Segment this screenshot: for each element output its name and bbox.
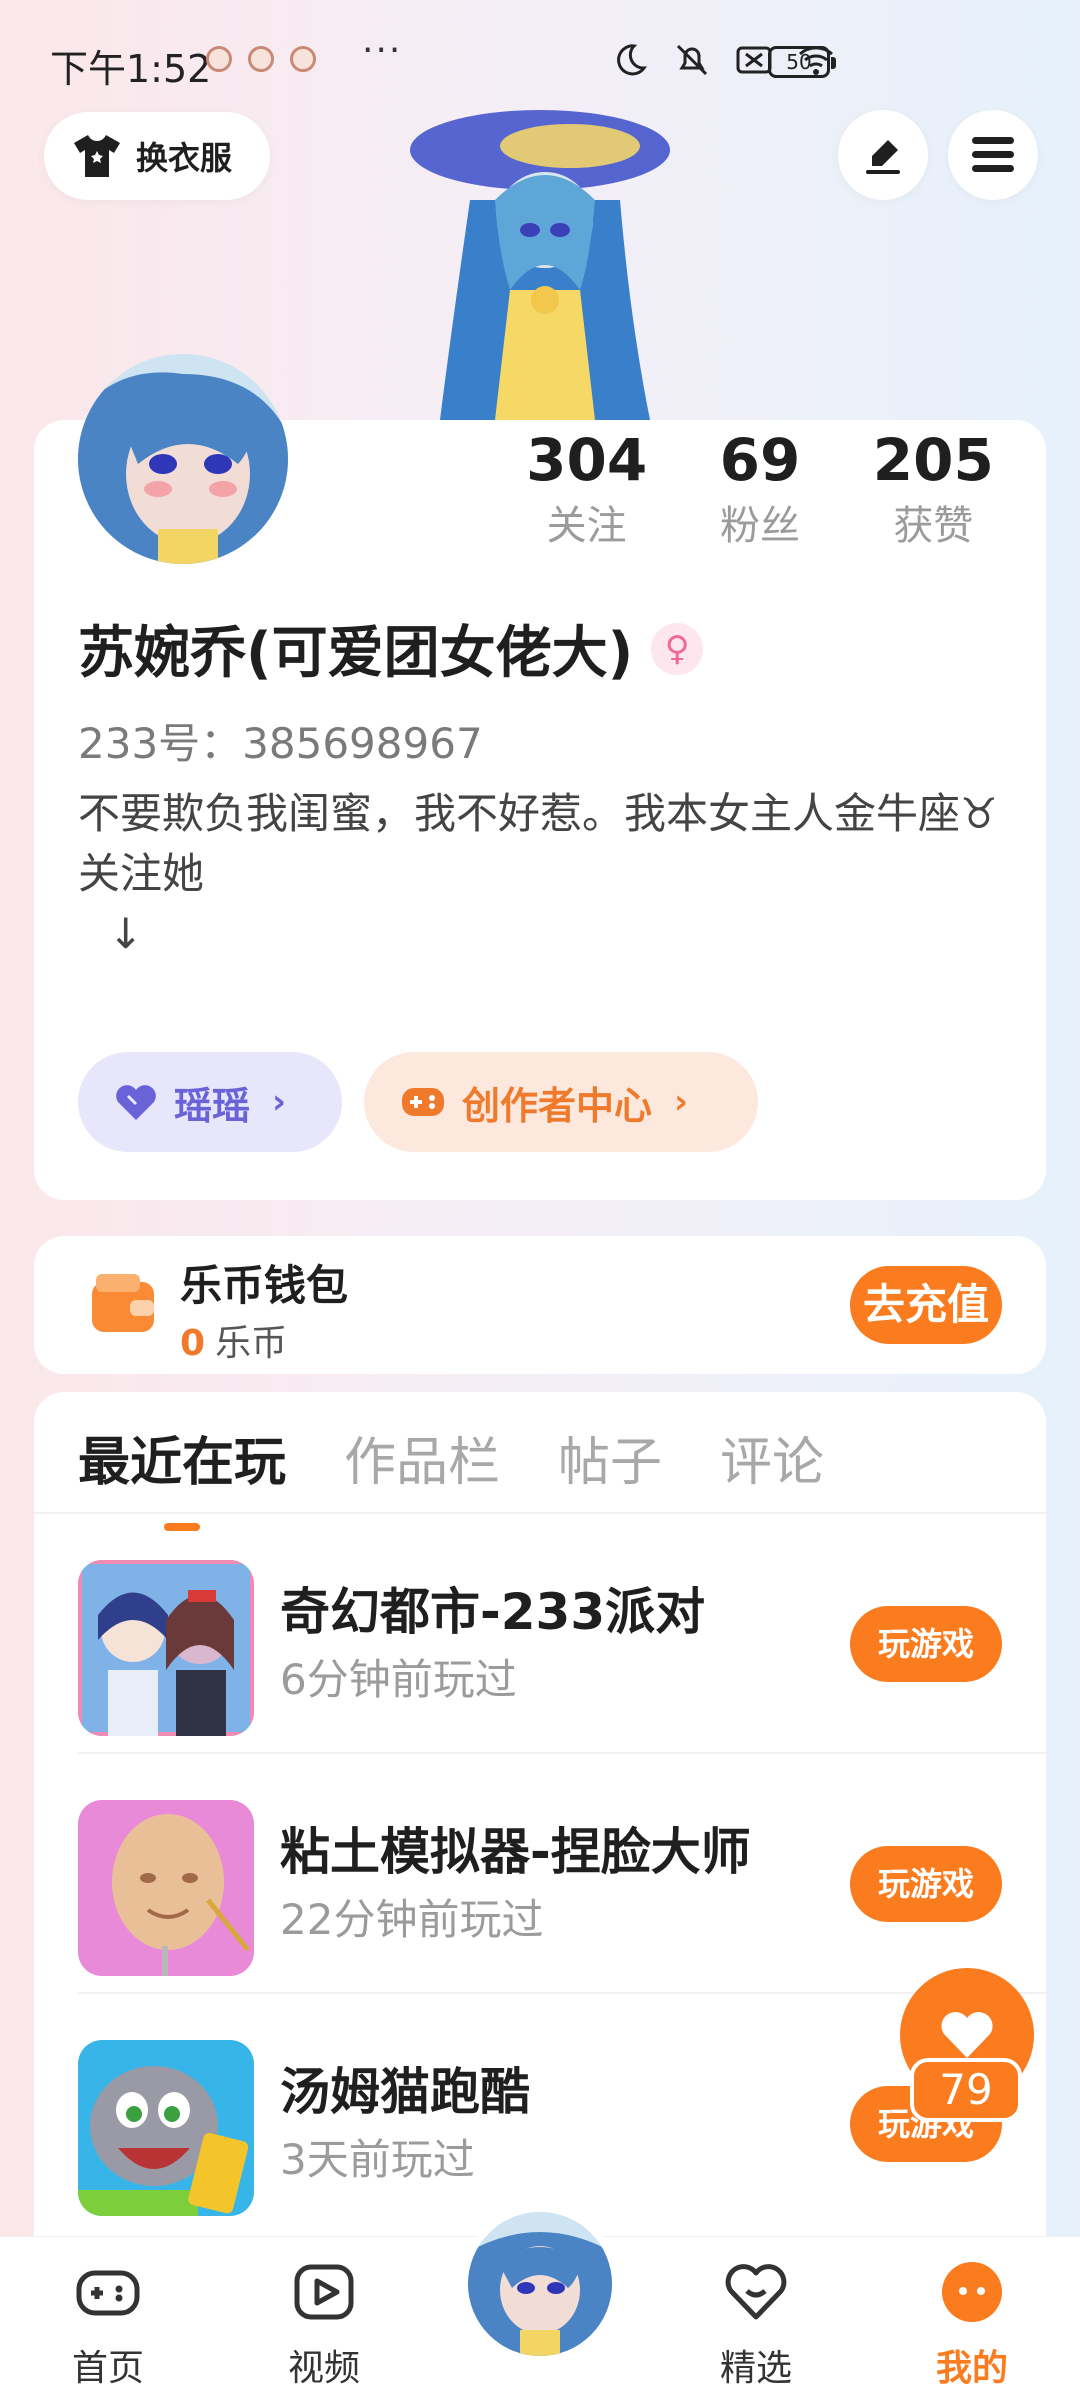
fans-count: 69	[719, 426, 801, 494]
likes-count: 205	[872, 426, 994, 494]
nav-featured[interactable]: 精选	[696, 2257, 816, 2391]
profile-tabs: 最近在玩 作品栏 帖子 评论	[78, 1420, 824, 1531]
profile-face-icon	[942, 2262, 1002, 2322]
likes-label: 获赞	[893, 503, 974, 549]
stat-following[interactable]: 304 关注	[500, 420, 673, 552]
notification-app-icon	[290, 46, 316, 72]
profile-uid[interactable]: 233号：385698967	[78, 710, 483, 771]
tab-comments[interactable]: 评论	[720, 1420, 824, 1495]
tab-recent-played[interactable]: 最近在玩	[78, 1420, 286, 1531]
game-last-played: 3天前玩过	[280, 2135, 475, 2184]
pencil-icon	[866, 140, 900, 174]
gamepad-icon	[402, 1088, 444, 1116]
game-thumbnail	[78, 1560, 254, 1736]
nav-home-label: 首页	[71, 2348, 144, 2389]
yaoyao-label: 瑶瑶	[174, 1083, 251, 1128]
yaoyao-button[interactable]: 瑶瑶 ›	[78, 1052, 342, 1152]
play-game-button[interactable]: 玩游戏	[850, 1606, 1002, 1682]
creator-center-button[interactable]: 创作者中心 ›	[364, 1052, 758, 1152]
nav-mine-label: 我的	[935, 2348, 1008, 2389]
status-time: 下午1:52	[50, 47, 212, 91]
fans-label: 粉丝	[719, 503, 800, 549]
mute-bell-icon	[676, 44, 708, 76]
following-label: 关注	[546, 503, 627, 549]
creator-center-label: 创作者中心	[462, 1083, 653, 1128]
female-gender-icon: ♀	[651, 622, 704, 675]
game-title: 奇幻都市-233派对	[280, 1583, 706, 1641]
heart-outline-icon	[725, 2264, 787, 2320]
change-outfit-button[interactable]: 换衣服	[44, 112, 270, 200]
profile-avatar[interactable]	[78, 354, 288, 564]
notification-app-icon	[206, 46, 232, 72]
list-item[interactable]: 粘土模拟器-捏脸大师 22分钟前玩过 玩游戏	[78, 1754, 1046, 1994]
nav-mine[interactable]: 我的	[912, 2257, 1032, 2391]
game-last-played: 6分钟前玩过	[280, 1655, 517, 1704]
game-last-played: 22分钟前玩过	[280, 1895, 544, 1944]
wallet-icon	[92, 1274, 154, 1332]
avatar-icon	[468, 2212, 612, 2356]
moon-icon	[617, 44, 648, 76]
tshirt-icon	[74, 135, 120, 177]
stat-likes[interactable]: 205 获赞	[847, 420, 1020, 552]
recharge-button[interactable]: 去充值	[850, 1266, 1002, 1344]
game-title: 汤姆猫跑酷	[280, 2063, 530, 2121]
profile-name: 苏婉乔(可爱团女佬大)	[78, 621, 634, 686]
chevron-right-icon: ›	[272, 1082, 287, 1122]
profile-bio: 不要欺负我闺蜜，我不好惹。我本女主人金牛座♉ 关注她 ↓	[78, 784, 1018, 964]
chevron-right-icon: ›	[674, 1082, 689, 1122]
nav-home[interactable]: 首页	[48, 2257, 168, 2391]
nav-avatar-button[interactable]	[460, 2204, 620, 2364]
gamepad-icon	[76, 2270, 140, 2316]
wallet-amount: 0	[180, 1323, 206, 1364]
bio-line: ↓	[108, 909, 144, 958]
wallet-title: 乐币钱包	[180, 1261, 349, 1310]
bio-line: 不要欺负我闺蜜，我不好惹。我本女主人金牛座♉	[78, 789, 998, 838]
wallet-card[interactable]: 乐币钱包 0 乐币 去充值	[34, 1236, 1046, 1374]
game-thumbnail	[78, 2040, 254, 2216]
nav-video-label: 视频	[287, 2348, 360, 2389]
hamburger-menu-icon	[972, 137, 1014, 172]
more-notifications-icon: ···	[362, 30, 403, 71]
heart-icon	[116, 1085, 156, 1120]
game-title: 粘土模拟器-捏脸大师	[280, 1823, 751, 1881]
nav-featured-label: 精选	[719, 2348, 792, 2389]
heart-icon	[941, 2011, 993, 2058]
menu-button[interactable]	[948, 110, 1038, 200]
following-count: 304	[526, 426, 648, 494]
tab-works[interactable]: 作品栏	[344, 1420, 500, 1495]
tab-posts[interactable]: 帖子	[558, 1420, 662, 1495]
battery-indicator: 50	[768, 46, 836, 78]
bio-line: 关注她	[78, 849, 205, 898]
avatar-character-image[interactable]	[380, 90, 710, 420]
stat-fans[interactable]: 69 粉丝	[673, 420, 846, 552]
nav-video[interactable]: 视频	[264, 2257, 384, 2391]
notification-icons	[206, 46, 316, 72]
game-thumbnail	[78, 1800, 254, 1976]
list-item[interactable]: 奇幻都市-233派对 6分钟前玩过 玩游戏	[78, 1514, 1046, 1754]
notification-app-icon	[248, 46, 274, 72]
profile-stats: 304 关注 69 粉丝 205 获赞	[500, 420, 1020, 552]
like-count-badge: 79	[910, 2058, 1022, 2122]
change-outfit-label: 换衣服	[136, 139, 233, 177]
play-game-button[interactable]: 玩游戏	[850, 1846, 1002, 1922]
edit-profile-button[interactable]	[838, 110, 928, 200]
profile-name-row: 苏婉乔(可爱团女佬大) ♀	[78, 608, 704, 689]
play-video-icon	[294, 2264, 354, 2320]
wallet-unit: 乐币	[215, 1323, 288, 1364]
wallet-balance: 0 乐币	[180, 1314, 287, 1366]
